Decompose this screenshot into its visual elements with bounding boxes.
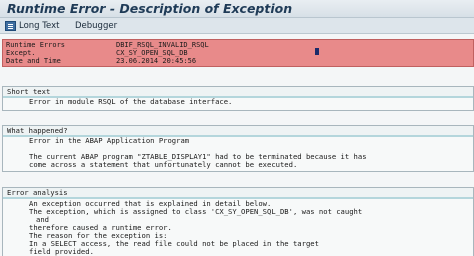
- short-text-heading: Short text: [7, 87, 51, 96]
- what-happened-line3: come across a statement that unfortunate…: [29, 160, 298, 169]
- what-happened-section: What happened? Error in the ABAP Applica…: [2, 125, 474, 172]
- except-value: CX_SY_OPEN_SQL_DB: [116, 49, 188, 57]
- debugger-button[interactable]: Debugger: [72, 19, 117, 32]
- error-header: Runtime Errors DBIF_RSQL_INVALID_RSQL Ex…: [2, 39, 474, 67]
- error-analysis-heading-bar: Error analysis: [3, 188, 473, 199]
- what-happened-heading: What happened?: [7, 126, 68, 135]
- error-analysis-line2: The exception, which is assigned to clas…: [29, 207, 363, 216]
- long-text-label: Long Text: [19, 20, 60, 31]
- except-label: Except.: [6, 49, 36, 57]
- short-text-line: Error in module RSQL of the database int…: [29, 97, 233, 106]
- date-value: 23.06.2014 20:45:56: [116, 57, 197, 65]
- debugger-label: Debugger: [75, 20, 118, 31]
- document-icon: [5, 20, 16, 31]
- long-text-button[interactable]: Long Text: [5, 19, 59, 32]
- short-text-section: Short text Error in module RSQL of the d…: [2, 86, 474, 111]
- toolbar: Long Text Debugger: [0, 18, 474, 34]
- error-analysis-heading: Error analysis: [7, 188, 68, 197]
- runtime-errors-label: Runtime Errors: [6, 41, 66, 49]
- text-cursor: [315, 48, 319, 55]
- what-happened-line1: Error in the ABAP Application Program: [29, 136, 190, 145]
- error-analysis-section: Error analysis An exception occurred tha…: [2, 187, 474, 256]
- date-label: Date and Time: [6, 57, 61, 65]
- runtime-errors-value: DBIF_RSQL_INVALID_RSQL: [116, 41, 209, 49]
- window-title: Runtime Error - Description of Exception: [7, 1, 293, 16]
- title-bar: Runtime Error - Description of Exception: [0, 0, 474, 18]
